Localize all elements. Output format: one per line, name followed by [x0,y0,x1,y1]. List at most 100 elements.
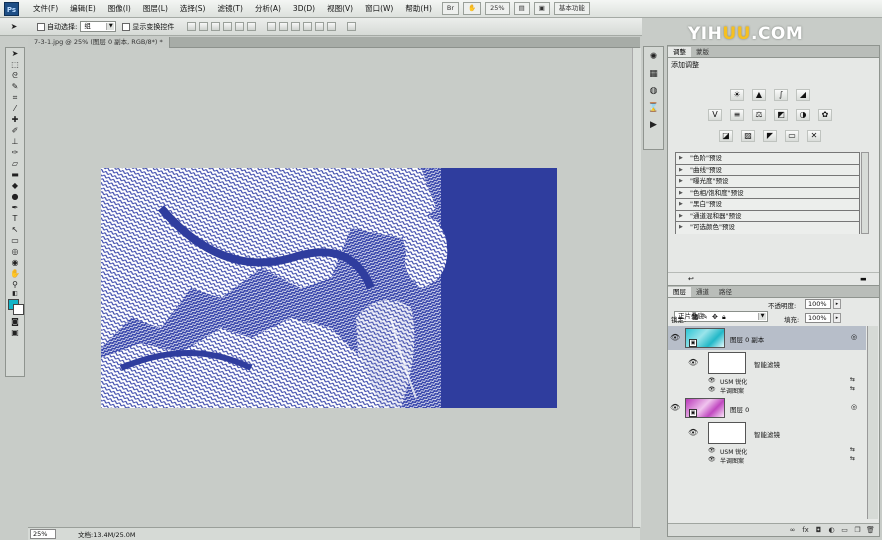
filter-mask-thumbnail[interactable] [708,422,746,444]
layer-row-copy[interactable]: 👁︎ ▣ 图层 0 副本 ◎ [668,326,866,350]
invert-icon[interactable]: ◪ [719,130,733,142]
layer-name[interactable]: 图层 0 副本 [730,334,764,344]
halftone-image[interactable] [101,168,557,408]
menu-edit[interactable]: 编辑(E) [64,3,102,14]
return-icon[interactable]: ↩ [688,275,694,283]
crop-tool-icon[interactable]: ⌗ [7,92,23,103]
clone-stamp-tool-icon[interactable]: ⊥ [7,136,23,147]
layer-row-base[interactable]: 👁︎ ▣ 图层 0 ◎ [668,396,866,420]
brightness-icon[interactable]: ☀ [730,89,744,101]
auto-select-checkbox[interactable] [37,22,45,31]
align-left-icon[interactable] [223,22,233,31]
menu-select[interactable]: 选择(S) [174,3,212,14]
preset-channel-mixer[interactable]: "通道混和器"预设 [676,210,859,222]
zoom-level-select[interactable]: 25% [485,2,510,15]
presets-scrollbar[interactable] [861,152,869,234]
actions-icon[interactable]: ▶ [647,119,660,132]
tab-paths[interactable]: 路径 [714,287,737,297]
screen-mode-icon[interactable]: ▣ [7,327,23,338]
preset-black-white[interactable]: "黑白"预设 [676,199,859,211]
new-group-icon[interactable]: ▭ [840,526,849,535]
move-tool-icon[interactable]: ➤ [7,48,23,59]
link-layers-icon[interactable]: ∞ [788,526,797,535]
filter-mask-thumbnail[interactable] [708,352,746,374]
blending-options-icon[interactable]: ⇆ [850,376,855,383]
auto-select-dropdown[interactable]: 组 ▼ [80,21,117,32]
layer-style-icon[interactable]: fx [801,526,810,535]
menu-filter[interactable]: 滤镜(T) [212,3,249,14]
menu-3d[interactable]: 3D(D) [287,4,321,13]
blend-mode-select[interactable]: 正片叠底 ▼ [674,311,768,322]
new-adjustment-layer-icon[interactable]: ◐ [827,526,836,535]
canvas-vertical-scrollbar[interactable] [632,48,641,527]
color-swatches[interactable] [7,298,25,316]
quick-mask-icon[interactable]: ◙ [7,316,23,327]
tab-channels[interactable]: 通道 [691,287,714,297]
filter-row[interactable]: 👁︎ USM 锐化 ⇆ [668,376,866,386]
smart-filters-row[interactable]: 👁︎ 智能滤镜 [668,350,866,376]
eye-icon[interactable]: 👁︎ [708,377,716,384]
arrange-documents-button[interactable]: ▤ [513,2,530,15]
channel-mixer-icon[interactable]: ✿ [818,109,832,121]
lock-transparency-icon[interactable]: ▩ [692,313,699,321]
preset-selective-color[interactable]: "可选颜色"预设 [676,222,859,234]
opacity-field[interactable]: 100% [805,299,831,309]
eye-icon[interactable]: 👁︎ [670,333,680,343]
eye-icon[interactable]: 👁︎ [708,447,716,454]
selective-color-icon[interactable]: ✕ [807,130,821,142]
zoom-tool-icon[interactable]: ⚲ [7,279,23,290]
eyedropper-tool-icon[interactable]: ⁄ [7,103,23,114]
threshold-icon[interactable]: ◤ [763,130,777,142]
photo-filter-icon[interactable]: ◑ [796,109,810,121]
menu-file[interactable]: 文件(F) [27,3,64,14]
eraser-tool-icon[interactable]: ▱ [7,158,23,169]
navigator-icon[interactable]: ✺ [647,51,660,64]
fill-field[interactable]: 100% [805,313,831,323]
opacity-slider-arrow-icon[interactable]: ▸ [833,299,841,309]
filter-effects-icon[interactable]: ◎ [851,333,857,341]
eye-icon[interactable]: 👁︎ [708,386,716,393]
histogram-icon[interactable]: ▦ [647,68,660,81]
history-brush-tool-icon[interactable]: ✑ [7,147,23,158]
screen-mode-button[interactable]: ▣ [533,2,550,15]
default-colors-icon[interactable]: ◧ [7,290,23,298]
brush-tool-icon[interactable]: ✐ [7,125,23,136]
vibrance-icon[interactable]: V [708,109,722,121]
menu-layer[interactable]: 图层(L) [137,3,174,14]
preset-curves[interactable]: "曲线"预设 [676,164,859,176]
tab-adjustments[interactable]: 调整 [668,47,691,57]
distribute-top-icon[interactable] [267,22,277,31]
add-mask-icon[interactable]: ◘ [814,526,823,535]
dodge-tool-icon[interactable]: ● [7,191,23,202]
menu-help[interactable]: 帮助(H) [399,3,438,14]
distribute-bottom-icon[interactable] [291,22,301,31]
filter-name[interactable]: 半调图案 [720,386,744,395]
preset-hue-saturation[interactable]: "色相/饱和度"预设 [676,187,859,199]
marquee-tool-icon[interactable]: ⬚ [7,59,23,70]
distribute-hcenter-icon[interactable] [315,22,325,31]
align-hcenter-icon[interactable] [235,22,245,31]
distribute-vcenter-icon[interactable] [279,22,289,31]
distribute-left-icon[interactable] [303,22,313,31]
history-icon[interactable]: ⌛ [647,102,660,115]
show-transform-checkbox[interactable] [122,22,131,31]
hand-tool-icon[interactable]: ✋ [7,268,23,279]
gradient-map-icon[interactable]: ▭ [785,130,799,142]
menu-window[interactable]: 窗口(W) [359,3,399,14]
align-bottom-icon[interactable] [211,22,221,31]
lasso-tool-icon[interactable]: ᘓ [7,70,23,81]
healing-brush-tool-icon[interactable]: ✚ [7,114,23,125]
align-right-icon[interactable] [247,22,257,31]
panel-options-icon[interactable]: ▬ [860,275,867,283]
move-tool-preset-icon[interactable]: ➤ [6,21,22,32]
new-layer-icon[interactable]: ❐ [853,526,862,535]
path-select-tool-icon[interactable]: ↖ [7,224,23,235]
fill-slider-arrow-icon[interactable]: ▸ [833,313,841,323]
menu-view[interactable]: 视图(V) [321,3,359,14]
filter-row[interactable]: 👁︎ 半调图案 ⇆ [668,455,866,465]
blur-tool-icon[interactable]: ◆ [7,180,23,191]
document-tab[interactable]: 7-3-1.jpg @ 25% (图层 0 副本, RGB/8*) * [28,37,170,48]
color-balance-icon[interactable]: ⚖ [752,109,766,121]
filter-effects-icon[interactable]: ◎ [851,403,857,411]
black-white-icon[interactable]: ◩ [774,109,788,121]
